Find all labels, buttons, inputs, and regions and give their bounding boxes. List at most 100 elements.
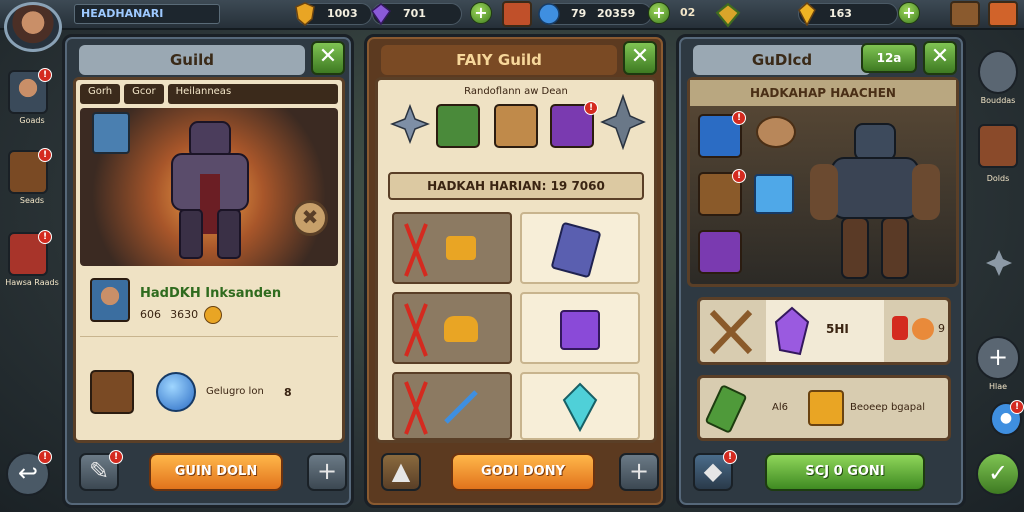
- guild-content: Gorh Gcor Heilanneas ✖ HadDKH Inksanden …: [73, 77, 345, 443]
- sidebar-item-dolds[interactable]: [978, 124, 1018, 168]
- sidebar-item-goads[interactable]: !: [8, 68, 52, 114]
- trade-row-3-right[interactable]: [520, 372, 640, 440]
- crossed-weapons-icon: [709, 309, 753, 355]
- tab-heilanneas[interactable]: Heilanneas: [167, 84, 338, 104]
- alert-badge: !: [732, 169, 746, 183]
- blue-gem-icon: [538, 3, 560, 25]
- confirm-check-button[interactable]: ✓: [976, 452, 1020, 496]
- reward-row-1-text: 5HI: [826, 322, 849, 336]
- sidebar-label-bouddas: Bouddas: [980, 96, 1016, 105]
- hill-icon[interactable]: ▲: [381, 453, 421, 491]
- reward-row-2-prefix: Al6: [772, 402, 788, 413]
- close-button[interactable]: ✕: [623, 41, 657, 75]
- magic-wand-icon: [444, 390, 478, 424]
- gold-crystal-icon: [798, 2, 816, 26]
- panel-title: GuDlcd: [693, 45, 871, 75]
- resource-gold: 1003: [295, 2, 372, 26]
- reward-row-1-count: 9: [938, 322, 945, 335]
- item-slot-axe[interactable]: [698, 230, 742, 274]
- green-tube-icon: [704, 384, 748, 434]
- top-bar: HEADHANARI 1003 701 + 79 20359 + 02 163 …: [0, 0, 1024, 30]
- alert-badge: !: [38, 230, 52, 244]
- guild-hero-view: HADKAHAP HAACHEN ! !: [687, 77, 959, 287]
- alert-badge: !: [109, 450, 123, 464]
- spiked-star-icon: [600, 94, 646, 150]
- close-button[interactable]: ✕: [923, 41, 957, 75]
- item-slot-sword[interactable]: [436, 104, 480, 148]
- guild-join-button[interactable]: GUIN DOLN: [149, 453, 283, 491]
- guild-panel-left: Guild ✕ Gorh Gcor Heilanneas ✖ HadDKH In…: [62, 34, 354, 508]
- trade-row-1-right[interactable]: [520, 212, 640, 284]
- swords-icon[interactable]: ✖: [292, 200, 328, 236]
- trade-row-1-left[interactable]: [392, 212, 512, 284]
- blue-orb-button[interactable]: ● !: [990, 400, 1024, 436]
- blue-gem-slot-icon[interactable]: ◆ !: [693, 450, 737, 491]
- player-name[interactable]: HEADHANARI: [74, 4, 220, 24]
- add-button[interactable]: +: [307, 453, 347, 491]
- close-button[interactable]: ✕: [311, 41, 345, 75]
- tab-gcor[interactable]: Gcor: [124, 84, 164, 104]
- back-arrow-button[interactable]: ↩ !: [6, 450, 52, 496]
- footer-text: Gelugro lon: [206, 386, 264, 397]
- footer-count: 8: [284, 386, 292, 399]
- player-avatar[interactable]: [4, 2, 62, 52]
- sidebar-item-seads[interactable]: !: [8, 148, 52, 194]
- hero-class-icon: [92, 112, 130, 154]
- item-slot-hero[interactable]: !: [698, 169, 746, 216]
- reward-row-1[interactable]: 5HI 9: [697, 297, 951, 365]
- resource-energy-value: 163: [829, 7, 852, 20]
- chest-item-slot[interactable]: [90, 370, 134, 414]
- trade-row-2-right[interactable]: [520, 292, 640, 364]
- shop-icon[interactable]: [502, 1, 532, 27]
- add-button[interactable]: +: [619, 453, 659, 491]
- inventory-icon[interactable]: [950, 1, 980, 27]
- alert-badge: !: [732, 111, 746, 125]
- crossed-swords-icon: [404, 381, 428, 435]
- alert-badge: !: [723, 450, 737, 464]
- reward-row-1-slot: 5HI: [766, 300, 884, 362]
- guild-panel-middle: FAIY Guild ✕ Randoflann aw Dean ! HADKAH…: [364, 34, 666, 508]
- settings-icon[interactable]: [988, 1, 1018, 27]
- treasure-chest-icon: [808, 390, 844, 426]
- blue-orb-icon[interactable]: [156, 372, 196, 412]
- purple-cube-icon: [560, 310, 600, 350]
- add-gems-button[interactable]: +: [470, 2, 492, 24]
- trade-row-3-left[interactable]: [392, 372, 512, 440]
- add-round-button[interactable]: +: [976, 336, 1020, 380]
- member-name: HadDKH Inksanden: [140, 286, 282, 301]
- blue-cube-icon: [754, 174, 794, 214]
- tab-gorh[interactable]: Gorh: [80, 84, 121, 104]
- member-avatar[interactable]: [90, 278, 130, 322]
- trade-row-2-left[interactable]: [392, 292, 512, 364]
- add-energy-button[interactable]: +: [898, 2, 920, 24]
- sidebar-item-hawsa-raads[interactable]: !: [8, 230, 52, 276]
- star-icon: [390, 104, 430, 144]
- resource-coins-value: 20359: [597, 7, 636, 20]
- hero-portrait: ✖: [80, 108, 338, 266]
- item-slot-scroll[interactable]: [494, 104, 538, 148]
- resource-gems: 701: [370, 3, 462, 26]
- item-slot-blue-blade[interactable]: !: [698, 111, 746, 158]
- star-icon: [986, 250, 1012, 276]
- sidebar-label-dolds: Dolds: [986, 174, 1010, 183]
- green-gold-gem-icon: [715, 2, 741, 28]
- member-stats: 606 3630: [140, 308, 199, 321]
- guild-donate-button[interactable]: GODI DONY: [451, 453, 595, 491]
- hero-header: HADKAHAP HAACHEN: [690, 80, 956, 106]
- panel-title: FAIY Guild: [381, 45, 617, 75]
- guild-shop-content: Randoflann aw Dean ! HADKAH HARIAN: 19 7…: [375, 77, 657, 443]
- armored-knight-icon: [171, 121, 249, 259]
- crossed-swords-icon: [404, 303, 428, 357]
- sidebar-item-bouddas[interactable]: [978, 50, 1018, 94]
- reward-row-2-text: Beoeep bgapal: [850, 402, 926, 413]
- guild-accept-button[interactable]: SCJ 0 GONI: [765, 453, 925, 491]
- resource-crystals-value: 79: [571, 7, 587, 20]
- member-count-badge: 12a: [861, 43, 917, 73]
- edit-button[interactable]: ✎ !: [79, 450, 123, 491]
- sidebar-label-seads: Seads: [19, 196, 45, 205]
- add-crystals-button[interactable]: +: [648, 2, 670, 24]
- reward-row-2[interactable]: Al6 Beoeep bgapal: [697, 375, 951, 441]
- divider: [80, 336, 338, 337]
- helmet-icon: [756, 116, 796, 148]
- item-slot-spear[interactable]: !: [550, 101, 598, 148]
